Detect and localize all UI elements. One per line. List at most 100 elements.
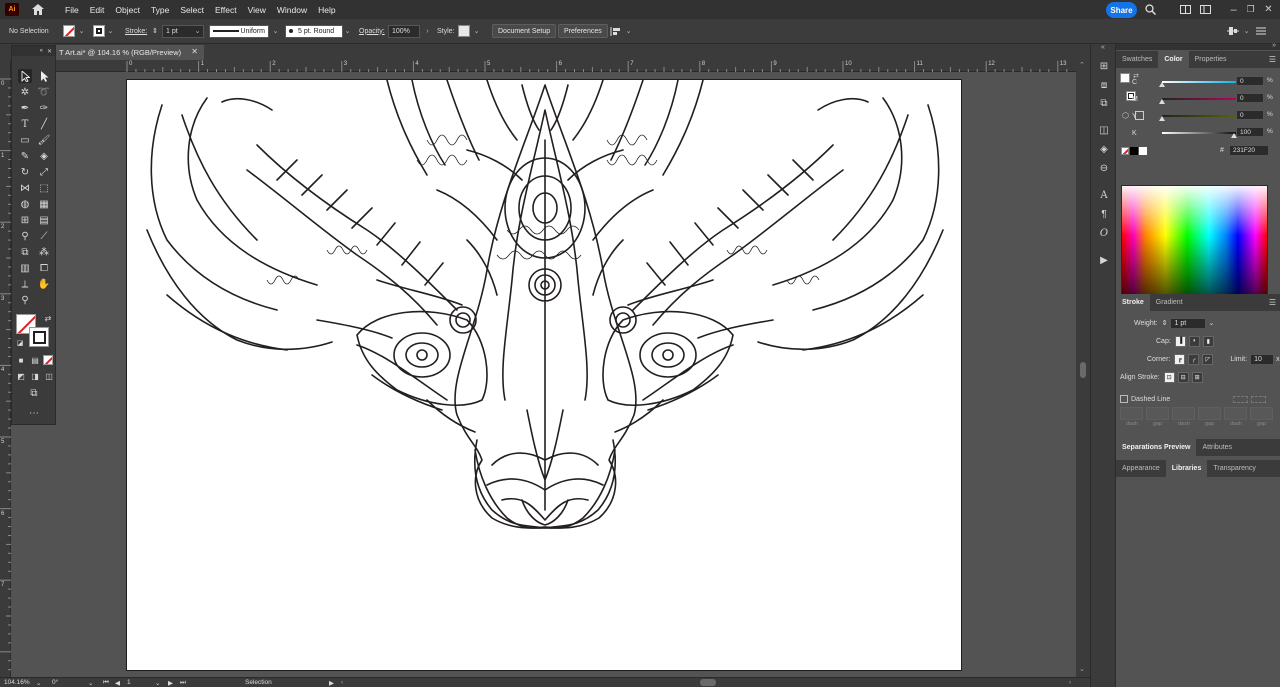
home-icon[interactable] — [31, 3, 45, 17]
yellow-slider[interactable] — [1159, 115, 1240, 121]
tab-appearance[interactable]: Appearance — [1116, 460, 1166, 477]
paragraph-panel-icon[interactable]: ¶ — [1096, 206, 1112, 222]
stroke-weight-stepper-icon[interactable]: ⇕ — [152, 24, 158, 38]
eyedropper-tool-icon[interactable]: ⚲ — [18, 229, 32, 243]
share-button[interactable]: Share — [1106, 2, 1137, 18]
character-panel-icon[interactable]: A — [1096, 187, 1112, 203]
menu-help[interactable]: Help — [318, 5, 335, 15]
scale-tool-icon[interactable]: ⤢ — [37, 165, 51, 179]
transform-icon[interactable] — [1227, 24, 1239, 38]
rotation-dropdown-icon[interactable]: ⌄ — [88, 679, 93, 687]
tab-libraries[interactable]: Libraries — [1165, 460, 1208, 477]
workspace-switcher-icon[interactable] — [1199, 3, 1212, 16]
rotation-value[interactable]: 0° — [52, 679, 58, 686]
transform-dropdown-icon[interactable]: ⌄ — [1242, 24, 1251, 38]
hand-tool-icon[interactable]: ✋ — [37, 277, 51, 291]
actions-panel-icon[interactable]: ▶ — [1096, 252, 1112, 268]
brush-definition[interactable]: 5 pt. Round — [285, 24, 343, 38]
dashed-line-checkbox[interactable] — [1120, 395, 1128, 403]
swap-fill-stroke-icon[interactable]: ⇄ — [41, 311, 55, 325]
scroll-up-icon[interactable]: ⌃ — [1079, 61, 1085, 69]
blend-tool-icon[interactable]: ⧉ — [18, 245, 32, 259]
graphic-style-swatch[interactable] — [458, 24, 470, 38]
measure-tool-icon[interactable]: ⟋ — [37, 229, 51, 243]
zoom-level[interactable]: 104.16% — [4, 679, 30, 686]
gap-2-input[interactable] — [1198, 407, 1221, 420]
menu-select[interactable]: Select — [180, 5, 204, 15]
tab-stroke[interactable]: Stroke — [1116, 294, 1150, 311]
curvature-tool-icon[interactable]: ✑ — [37, 101, 51, 115]
search-icon[interactable] — [1144, 3, 1157, 16]
dragon-head-line-art[interactable] — [127, 80, 962, 671]
control-bar-menu-icon[interactable] — [1256, 24, 1266, 38]
fill-dropdown-icon[interactable]: ⌄ — [77, 24, 86, 38]
dash-1-input[interactable] — [1120, 407, 1143, 420]
stroke-label[interactable]: Stroke: — [125, 24, 147, 38]
edit-toolbar-icon[interactable]: ⋯ — [27, 406, 41, 420]
symbol-sprayer-tool-icon[interactable]: ⁂ — [37, 245, 51, 259]
tab-gradient[interactable]: Gradient — [1150, 294, 1189, 311]
gradient-mode-icon[interactable]: ▤ — [28, 353, 42, 367]
stroke-weight-dropdown-icon[interactable]: ⌄ — [193, 24, 202, 38]
paintbrush-tool-icon[interactable]: 🖌 — [37, 133, 51, 147]
artboard-tool-icon[interactable]: ⧠ — [37, 261, 51, 275]
opacity-arrow-icon[interactable]: › — [423, 24, 432, 38]
pathfinder-panel-icon[interactable]: ◫ — [1096, 122, 1112, 138]
last-artboard-icon[interactable]: ⏭ — [180, 679, 186, 687]
butt-cap-icon[interactable]: ▐ — [1174, 335, 1186, 347]
gap-3-input[interactable] — [1250, 407, 1273, 420]
shaper-tool-icon[interactable]: ✎ — [18, 149, 32, 163]
cyan-slider[interactable] — [1159, 81, 1240, 87]
artboard[interactable] — [126, 79, 962, 671]
draw-inside-icon[interactable]: ◫ — [42, 369, 56, 383]
bevel-join-icon[interactable]: ◸ — [1202, 353, 1214, 365]
dash-3-input[interactable] — [1224, 407, 1247, 420]
align-center-icon[interactable]: ⊡ — [1163, 371, 1175, 383]
scroll-left-icon[interactable]: ‹ — [341, 679, 343, 686]
round-cap-icon[interactable]: ◗ — [1188, 335, 1200, 347]
scroll-right-icon[interactable]: › — [1069, 679, 1071, 686]
projecting-cap-icon[interactable]: ▮ — [1202, 335, 1214, 347]
tab-transparency[interactable]: Transparency — [1207, 460, 1262, 477]
eraser-tool-icon[interactable]: ◈ — [37, 149, 51, 163]
draw-behind-icon[interactable]: ◨ — [28, 369, 42, 383]
column-graph-tool-icon[interactable]: ▥ — [18, 261, 32, 275]
opacity-input[interactable]: 100% — [388, 24, 420, 38]
tab-separations-preview[interactable]: Separations Preview — [1116, 439, 1197, 456]
slider-knob[interactable] — [1159, 116, 1165, 121]
layers-panel-icon[interactable]: ◈ — [1096, 141, 1112, 157]
preserve-dash-icon[interactable] — [1233, 395, 1249, 403]
screen-mode-icon[interactable]: ⧉ — [27, 386, 41, 400]
color-spectrum[interactable] — [1121, 185, 1268, 311]
none-mode-icon[interactable] — [43, 355, 53, 365]
round-join-icon[interactable]: ╭ — [1188, 353, 1200, 365]
width-profile-dropdown-icon[interactable]: ⌄ — [271, 24, 280, 38]
tools-panel-header[interactable]: «✕ — [12, 46, 55, 56]
gradient-tool-icon[interactable]: ▤ — [37, 213, 51, 227]
arrange-documents-icon[interactable] — [1179, 3, 1192, 16]
tab-swatches[interactable]: Swatches — [1116, 51, 1158, 68]
hex-input[interactable]: 231F20 — [1229, 145, 1269, 156]
slider-knob[interactable] — [1159, 99, 1165, 104]
menu-window[interactable]: Window — [277, 5, 307, 15]
artboard-dropdown-icon[interactable]: ⌄ — [155, 679, 160, 687]
cyan-value-input[interactable]: 0 — [1236, 76, 1264, 86]
color-mode-icon[interactable]: ■ — [14, 353, 28, 367]
black-value-input[interactable]: 100 — [1236, 127, 1264, 137]
menu-edit[interactable]: Edit — [90, 5, 105, 15]
collapse-panel-icon[interactable]: « — [40, 48, 43, 54]
tab-color[interactable]: Color — [1158, 51, 1189, 68]
perspective-grid-tool-icon[interactable]: ▦ — [37, 197, 51, 211]
none-swatch[interactable] — [1121, 147, 1129, 155]
menu-object[interactable]: Object — [115, 5, 140, 15]
line-segment-tool-icon[interactable]: ╱ — [37, 117, 51, 131]
stroke-dropdown-icon[interactable]: ⌄ — [106, 24, 115, 38]
type-tool-icon[interactable]: T — [18, 117, 32, 131]
free-transform-tool-icon[interactable]: ⬚ — [37, 181, 51, 195]
black-swatch[interactable] — [1130, 147, 1138, 155]
magenta-slider[interactable] — [1159, 98, 1240, 104]
minimize-icon[interactable]: – — [1227, 3, 1240, 16]
opacity-label[interactable]: Opacity: — [359, 24, 385, 38]
gap-1-input[interactable] — [1146, 407, 1169, 420]
magenta-value-input[interactable]: 0 — [1236, 93, 1264, 103]
